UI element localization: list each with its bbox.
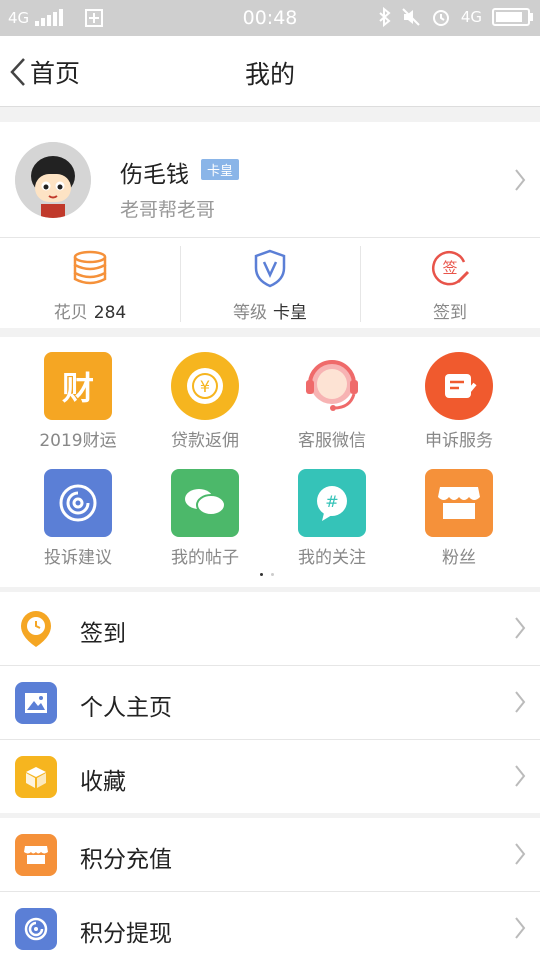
sign-in-stamp-icon: 签 <box>432 250 470 286</box>
menu-list-points: 积分充值 积分提现 <box>0 818 540 965</box>
page-dot-active <box>260 573 263 576</box>
feature-grid: 财 2019财运 ¥ 贷款返佣 客服微信 申诉服务 投诉建议 我的帖子 # 我的… <box>0 337 540 587</box>
appeal-icon <box>425 352 493 420</box>
grid-item-label: 2019财运 <box>39 431 117 451</box>
grid-item-loan-rebate[interactable]: ¥ 贷款返佣 <box>141 352 269 451</box>
menu-item-label: 积分充值 <box>80 847 172 873</box>
svg-text:签: 签 <box>442 259 457 277</box>
grid-item-label: 我的帖子 <box>171 548 239 568</box>
stat-level[interactable]: 等级 卡皇 <box>180 238 360 328</box>
coin-stack-icon <box>73 250 107 285</box>
stat-signin[interactable]: 签 签到 <box>360 238 540 328</box>
customer-service-icon <box>298 352 366 420</box>
menu-item-homepage[interactable]: 个人主页 <box>0 666 540 740</box>
network-type-right: 4G <box>460 8 482 26</box>
chevron-right-icon <box>515 169 526 191</box>
alarm-icon <box>432 10 449 26</box>
hashtag-icon: # <box>298 469 366 537</box>
nav-bar: 首页 我的 <box>0 36 540 107</box>
fortune-icon: 财 <box>44 352 112 420</box>
chat-bubbles-icon <box>171 469 239 537</box>
chevron-right-icon <box>515 691 526 713</box>
stat-value: 卡皇 <box>273 303 307 323</box>
stat-label: 等级 <box>233 303 267 323</box>
chevron-right-icon <box>515 917 526 939</box>
menu-item-label: 积分提现 <box>80 921 172 947</box>
profile-card[interactable]: 伤毛钱 卡皇 老哥帮老哥 <box>0 122 540 238</box>
grid-item-customer-service[interactable]: 客服微信 <box>268 352 396 451</box>
shop-awning-icon <box>425 469 493 537</box>
shield-v-icon <box>254 249 286 288</box>
menu-item-label: 签到 <box>80 621 126 647</box>
grid-item-label: 客服微信 <box>298 431 366 451</box>
grid-item-fortune[interactable]: 财 2019财运 <box>14 352 142 451</box>
level-badge: 卡皇 <box>201 159 240 180</box>
mute-icon <box>402 8 420 26</box>
page-dot <box>271 573 274 576</box>
picture-icon <box>15 682 57 724</box>
stats-bar: 花贝 284 等级 卡皇 签 签到 <box>0 238 540 328</box>
menu-item-label: 个人主页 <box>80 695 172 721</box>
coin-yen-icon: ¥ <box>171 352 239 420</box>
grid-item-label: 我的关注 <box>298 548 366 568</box>
stat-huabei[interactable]: 花贝 284 <box>0 238 180 328</box>
status-right: 4G <box>379 7 533 27</box>
svg-text:#: # <box>325 492 338 511</box>
battery-icon <box>492 8 533 26</box>
grid-item-label: 申诉服务 <box>425 431 493 451</box>
grid-item-label: 贷款返佣 <box>171 431 239 451</box>
menu-item-label: 收藏 <box>80 769 126 795</box>
avatar[interactable] <box>15 142 91 218</box>
user-name: 伤毛钱 <box>120 162 189 188</box>
grid-item-fans[interactable]: 粉丝 <box>395 469 523 568</box>
grid-item-my-posts[interactable]: 我的帖子 <box>141 469 269 568</box>
grid-item-label: 投诉建议 <box>44 548 112 568</box>
menu-list-primary: 签到 个人主页 收藏 <box>0 592 540 813</box>
svg-text:¥: ¥ <box>200 377 210 396</box>
page-title: 我的 <box>244 60 295 89</box>
stat-value: 284 <box>93 303 127 323</box>
avatar-image <box>15 142 91 218</box>
grid-item-label: 粉丝 <box>442 548 476 568</box>
grid-item-complaint[interactable]: 投诉建议 <box>14 469 142 568</box>
chevron-right-icon <box>515 617 526 639</box>
user-subtitle: 老哥帮老哥 <box>120 199 216 221</box>
swirl-icon <box>15 908 57 950</box>
box-icon <box>15 756 57 798</box>
complaint-icon <box>44 469 112 537</box>
status-bar: 4G 00:48 4G <box>0 0 540 36</box>
menu-item-favorites[interactable]: 收藏 <box>0 740 540 813</box>
stat-label: 签到 <box>433 303 467 323</box>
page-indicator <box>260 573 274 576</box>
stat-label: 花贝 <box>53 303 88 323</box>
bluetooth-icon <box>379 7 391 27</box>
menu-item-points-recharge[interactable]: 积分充值 <box>0 818 540 892</box>
grid-item-appeal[interactable]: 申诉服务 <box>395 352 523 451</box>
location-clock-icon <box>15 608 57 650</box>
chevron-right-icon <box>515 765 526 787</box>
grid-item-my-follows[interactable]: # 我的关注 <box>268 469 396 568</box>
shop-awning-icon <box>15 834 57 876</box>
menu-item-points-withdraw[interactable]: 积分提现 <box>0 892 540 965</box>
menu-item-signin[interactable]: 签到 <box>0 592 540 666</box>
chevron-right-icon <box>515 843 526 865</box>
